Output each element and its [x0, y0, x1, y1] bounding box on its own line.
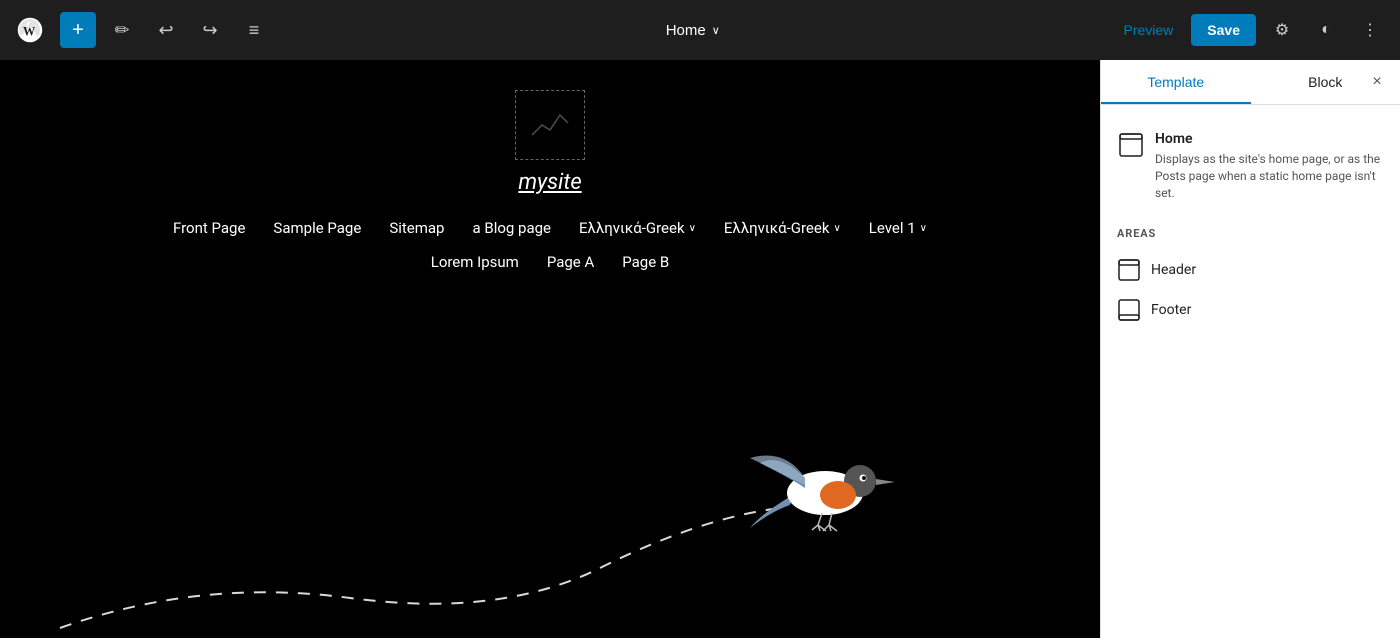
save-button[interactable]: Save [1191, 14, 1256, 46]
nav-item-page-a[interactable]: Page A [547, 253, 594, 271]
preview-button[interactable]: Preview [1114, 16, 1184, 44]
area-item-footer[interactable]: Footer [1117, 290, 1384, 330]
tools-button[interactable]: ✏ [104, 12, 140, 48]
canvas: mysite Front Page Sample Page Sitemap a … [0, 60, 1100, 638]
chevron-down-icon: ∨ [920, 223, 927, 234]
main-area: mysite Front Page Sample Page Sitemap a … [0, 60, 1400, 638]
areas-label: AREAS [1117, 227, 1384, 240]
tab-indicator [1101, 102, 1251, 104]
wp-logo[interactable]: W [12, 12, 48, 48]
sidebar-close-button[interactable]: × [1362, 67, 1392, 97]
chevron-down-icon: ∨ [712, 24, 720, 37]
header-area-icon [1117, 258, 1141, 282]
area-item-header[interactable]: Header [1117, 250, 1384, 290]
nav-item-about-tests-label: Ελληνικά-Greek [724, 219, 830, 237]
redo-button[interactable]: ↪ [192, 12, 228, 48]
nav-item-sample-page[interactable]: Sample Page [273, 219, 361, 237]
footer-label: Footer [1151, 302, 1191, 318]
sidebar: Template Block × Home Displays as the si… [1100, 60, 1400, 638]
list-icon: ≡ [249, 20, 260, 41]
pencil-icon: ✏ [114, 20, 129, 41]
page-title-button[interactable]: Home ∨ [654, 16, 732, 45]
nav-item-lorem[interactable]: Lorem Ipsum [431, 253, 519, 271]
toolbar-right: Preview Save ⚙ ◐ ⋮ [1114, 12, 1389, 48]
nav-item-page-b[interactable]: Page B [622, 253, 669, 271]
more-icon: ⋮ [1362, 20, 1378, 40]
nav-item-level1-label: Level 1 [869, 219, 916, 237]
site-name[interactable]: mysite [518, 170, 581, 195]
tab-template[interactable]: Template [1101, 60, 1251, 104]
sidebar-tabs: Template Block × [1101, 60, 1400, 105]
home-item-info: Home Displays as the site's home page, o… [1155, 131, 1384, 201]
footer-area-icon [1117, 298, 1141, 322]
undo-button[interactable]: ↩ [148, 12, 184, 48]
nav-item-about-tests[interactable]: Ελληνικά-Greek ∨ [724, 219, 841, 237]
nav-item-level1[interactable]: Level 1 ∨ [869, 219, 927, 237]
home-item-desc: Displays as the site's home page, or as … [1155, 151, 1384, 201]
toolbar: W + ✏ ↩ ↪ ≡ Home ∨ Preview Save ⚙ ◐ ⋮ [0, 0, 1400, 60]
nav-item-blog[interactable]: a Blog page [472, 219, 551, 237]
home-item: Home Displays as the site's home page, o… [1117, 121, 1384, 211]
site-logo[interactable] [515, 90, 585, 160]
nav-item-sitemap[interactable]: Sitemap [389, 219, 444, 237]
home-icon [1117, 131, 1145, 159]
chevron-down-icon: ∨ [689, 223, 696, 234]
contrast-button[interactable]: ◐ [1308, 12, 1344, 48]
nav-item-greek-label: Ελληνικά-Greek [579, 219, 685, 237]
add-block-button[interactable]: + [60, 12, 96, 48]
nav-item-greek[interactable]: Ελληνικά-Greek ∨ [579, 219, 696, 237]
list-view-button[interactable]: ≡ [236, 12, 272, 48]
more-options-button[interactable]: ⋮ [1352, 12, 1388, 48]
nav-menu: Front Page Sample Page Sitemap a Blog pa… [133, 219, 967, 237]
contrast-icon: ◐ [1321, 21, 1331, 39]
undo-icon: ↩ [158, 20, 173, 41]
site-header: mysite Front Page Sample Page Sitemap a … [0, 60, 1100, 271]
bird-scene [0, 398, 1100, 638]
svg-text:W: W [23, 24, 36, 38]
chevron-down-icon: ∨ [833, 223, 840, 234]
home-item-title: Home [1155, 131, 1384, 147]
redo-icon: ↪ [202, 20, 217, 41]
plus-icon: + [72, 19, 84, 42]
header-label: Header [1151, 262, 1196, 278]
sub-nav: Lorem Ipsum Page A Page B [431, 253, 670, 271]
toolbar-center: Home ∨ [280, 16, 1106, 45]
settings-button[interactable]: ⚙ [1264, 12, 1300, 48]
gear-icon: ⚙ [1275, 20, 1289, 40]
sidebar-content: Home Displays as the site's home page, o… [1101, 105, 1400, 638]
page-title-label: Home [666, 22, 706, 39]
close-icon: × [1372, 73, 1381, 91]
nav-item-front-page[interactable]: Front Page [173, 219, 245, 237]
